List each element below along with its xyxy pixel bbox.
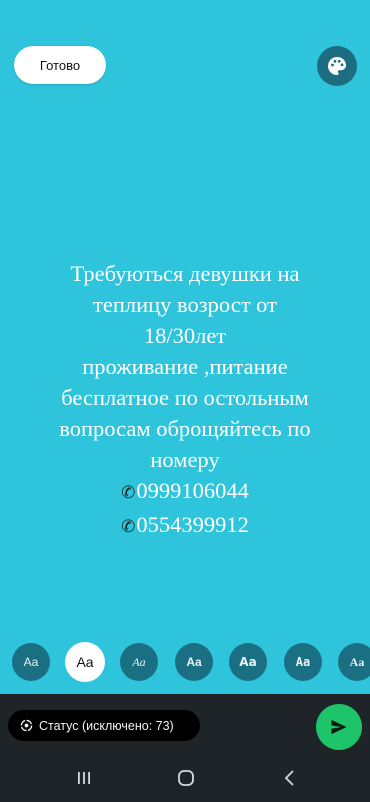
phone-number: 0554399912 xyxy=(136,512,249,537)
font-option[interactable]: Aa xyxy=(229,643,267,681)
home-button[interactable] xyxy=(173,767,199,789)
send-button[interactable] xyxy=(316,704,362,750)
recent-apps-button[interactable] xyxy=(71,767,97,789)
home-icon xyxy=(178,770,194,786)
status-text-line: Требуються девушки на xyxy=(70,261,300,286)
telephone-receiver-icon: ✆ xyxy=(121,483,136,503)
status-text[interactable]: Требуються девушки на теплицу возрост от… xyxy=(18,258,352,543)
status-text-line: 18/30лет xyxy=(143,323,227,348)
font-option[interactable]: Aa xyxy=(175,643,213,681)
back-button[interactable] xyxy=(277,767,303,789)
status-text-line: вопросам оброщяйтесь по xyxy=(59,416,311,441)
palette-button[interactable] xyxy=(317,46,357,86)
status-privacy-button[interactable]: Статус (исключено: 73) xyxy=(8,710,200,741)
back-icon xyxy=(284,770,294,786)
font-option[interactable]: Aa xyxy=(284,643,322,681)
telephone-receiver-icon: ✆ xyxy=(121,517,136,537)
font-option-selected[interactable]: Aa xyxy=(65,642,105,682)
status-text-line: проживание ,питание xyxy=(82,354,288,379)
phone-line-1: ✆0999106044 xyxy=(18,475,352,509)
navigation-bar xyxy=(0,756,370,802)
send-icon xyxy=(331,719,347,735)
font-option[interactable]: Aa xyxy=(120,643,158,681)
font-selector: Aa Aa Aa Aa Aa Aa Aa xyxy=(0,642,370,683)
status-text-line: бесплатное по остольным xyxy=(61,385,309,410)
phone-line-2: ✆0554399912 xyxy=(18,509,352,543)
font-option[interactable]: Aa xyxy=(338,643,370,681)
status-privacy-label: Статус (исключено: 73) xyxy=(39,718,174,733)
bottom-bar: Статус (исключено: 73) xyxy=(0,694,370,756)
status-ring-icon xyxy=(20,719,33,732)
recent-apps-icon xyxy=(78,772,90,784)
status-text-line: номеру xyxy=(150,447,220,472)
status-text-line: теплицу возрост от xyxy=(93,292,277,317)
palette-icon xyxy=(328,57,346,75)
font-option[interactable]: Aa xyxy=(12,643,50,681)
done-button[interactable]: Готово xyxy=(14,46,106,84)
phone-number: 0999106044 xyxy=(136,478,249,503)
